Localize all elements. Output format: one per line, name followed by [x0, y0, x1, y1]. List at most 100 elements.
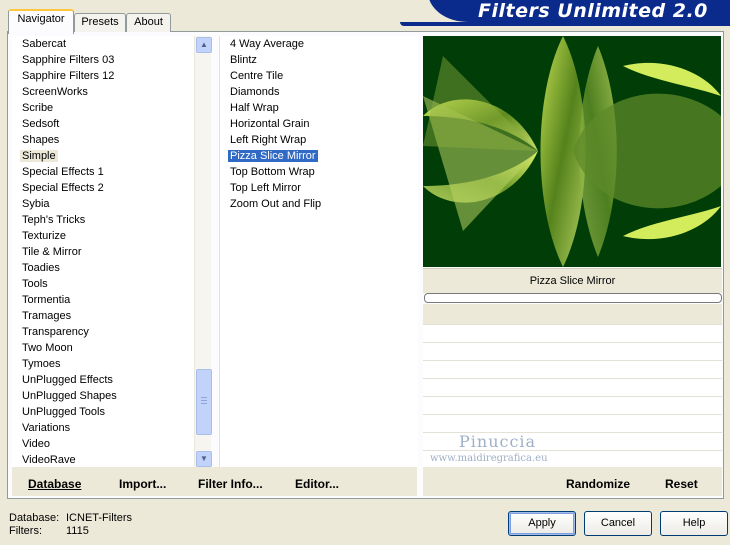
parameter-row-divider: [423, 414, 722, 415]
filter-item-label: Diamonds: [230, 86, 280, 98]
filter-item-label: Centre Tile: [230, 70, 284, 82]
category-item[interactable]: Teph's Tricks: [20, 212, 87, 228]
preview-filter-name: Pizza Slice Mirror: [423, 268, 722, 293]
scroll-up-button[interactable]: ▲: [196, 37, 212, 53]
grip-line: [201, 403, 207, 404]
filter-item[interactable]: Top Bottom Wrap: [228, 164, 317, 180]
filter-item[interactable]: Centre Tile: [228, 68, 285, 84]
tab-presets[interactable]: Presets: [74, 13, 126, 32]
filter-item-label: Left Right Wrap: [230, 134, 307, 146]
category-item-label: Teph's Tricks: [22, 214, 86, 226]
category-item[interactable]: Sapphire Filters 12: [20, 68, 116, 84]
filter-item[interactable]: Left Right Wrap: [228, 132, 308, 148]
category-item-label: Special Effects 1: [22, 166, 104, 178]
category-item[interactable]: Tormentia: [20, 292, 72, 308]
filters-status-label: Filters:: [9, 525, 42, 537]
filters-status: Filters: 1115: [9, 525, 89, 537]
grip-line: [201, 400, 207, 401]
grip-line: [201, 397, 207, 398]
category-item[interactable]: VideoRave: [20, 452, 78, 468]
category-item[interactable]: Tools: [20, 276, 50, 292]
category-item[interactable]: UnPlugged Effects: [20, 372, 115, 388]
category-item-label: UnPlugged Effects: [22, 374, 113, 386]
category-item-label: Scribe: [22, 102, 54, 114]
category-item[interactable]: UnPlugged Shapes: [20, 388, 119, 404]
import-button[interactable]: Import...: [119, 477, 166, 491]
category-item-label: Tramages: [22, 310, 72, 322]
randomize-button[interactable]: Randomize: [566, 477, 630, 491]
category-item-label: VideoRave: [22, 454, 76, 466]
parameter-row-divider: [423, 396, 722, 397]
category-item[interactable]: Sapphire Filters 03: [20, 52, 116, 68]
category-item-label: Tymoes: [22, 358, 61, 370]
category-item[interactable]: Video: [20, 436, 52, 452]
category-item[interactable]: Transparency: [20, 324, 91, 340]
scroll-down-button[interactable]: ▼: [196, 451, 212, 467]
category-item[interactable]: Sabercat: [20, 36, 68, 52]
filter-item-label: Horizontal Grain: [230, 118, 310, 130]
filter-item[interactable]: 4 Way Average: [228, 36, 306, 52]
category-item[interactable]: Special Effects 1: [20, 164, 106, 180]
category-item[interactable]: Simple: [20, 148, 58, 164]
filter-item-label: Top Left Mirror: [230, 182, 301, 194]
category-item[interactable]: Variations: [20, 420, 72, 436]
parameter-row-divider: [423, 360, 722, 361]
filter-list[interactable]: 4 Way Average Blintz Centre Tile Diamonds Ha…: [219, 36, 418, 467]
category-item[interactable]: Tymoes: [20, 356, 63, 372]
apply-button[interactable]: Apply: [508, 511, 576, 536]
reset-button[interactable]: Reset: [665, 477, 698, 491]
tab-about[interactable]: About: [126, 13, 171, 32]
category-item-label: UnPlugged Shapes: [22, 390, 117, 402]
category-item[interactable]: UnPlugged Tools: [20, 404, 107, 420]
filter-item-label: Pizza Slice Mirror: [228, 150, 318, 162]
filter-item[interactable]: Diamonds: [228, 84, 282, 100]
filter-item-label: Half Wrap: [230, 102, 279, 114]
database-status-label: Database:: [9, 512, 60, 524]
category-scrollbar[interactable]: ▲ ▼: [194, 36, 212, 467]
filter-item-label: Zoom Out and Flip: [230, 198, 322, 210]
progress-bar: [424, 293, 722, 303]
app-title: Filters Unlimited 2.0: [478, 0, 708, 22]
category-item[interactable]: ScreenWorks: [20, 84, 90, 100]
category-item[interactable]: Toadies: [20, 260, 62, 276]
filters-status-value: 1115: [66, 525, 89, 537]
category-list[interactable]: Sabercat Sapphire Filters 03 Sapphire Filt…: [12, 36, 194, 467]
category-item-label: ScreenWorks: [22, 86, 88, 98]
filter-item[interactable]: Blintz: [228, 52, 259, 68]
category-item[interactable]: Tramages: [20, 308, 73, 324]
cancel-button[interactable]: Cancel: [584, 511, 652, 536]
parameter-header: [423, 304, 722, 324]
category-item[interactable]: Sedsoft: [20, 116, 61, 132]
category-item[interactable]: Sybia: [20, 196, 52, 212]
category-item-label: Tormentia: [22, 294, 71, 306]
filter-info-button[interactable]: Filter Info...: [198, 477, 263, 491]
parameter-row-divider: [423, 378, 722, 379]
watermark-url: www.maidiregrafica.eu: [430, 453, 548, 464]
filter-item[interactable]: Top Left Mirror: [228, 180, 303, 196]
tab-navigator[interactable]: Navigator: [8, 9, 74, 34]
category-item-label: Video: [22, 438, 50, 450]
category-item-label: Sapphire Filters 03: [22, 54, 115, 66]
title-banner-stripe: [400, 22, 730, 26]
editor-button[interactable]: Editor...: [295, 477, 339, 491]
filter-item-label: Top Bottom Wrap: [230, 166, 315, 178]
filter-item[interactable]: Zoom Out and Flip: [228, 196, 323, 212]
category-item[interactable]: Shapes: [20, 132, 61, 148]
category-item[interactable]: Tile & Mirror: [20, 244, 83, 260]
filter-item[interactable]: Pizza Slice Mirror: [228, 148, 318, 164]
category-item-label: Shapes: [22, 134, 60, 146]
category-item[interactable]: Texturize: [20, 228, 68, 244]
filter-item[interactable]: Half Wrap: [228, 100, 281, 116]
database-button[interactable]: Database: [28, 477, 81, 491]
category-item[interactable]: Two Moon: [20, 340, 75, 356]
parameter-row-divider: [423, 342, 722, 343]
category-item-label: Tools: [22, 278, 48, 290]
preview-image: [423, 36, 721, 267]
category-item[interactable]: Scribe: [20, 100, 55, 116]
database-status-value: ICNET-Filters: [66, 512, 132, 524]
category-item[interactable]: Special Effects 2: [20, 180, 106, 196]
scrollbar-thumb[interactable]: [196, 369, 212, 435]
filter-preview: [423, 36, 721, 267]
help-button[interactable]: Help: [660, 511, 728, 536]
filter-item[interactable]: Horizontal Grain: [228, 116, 311, 132]
